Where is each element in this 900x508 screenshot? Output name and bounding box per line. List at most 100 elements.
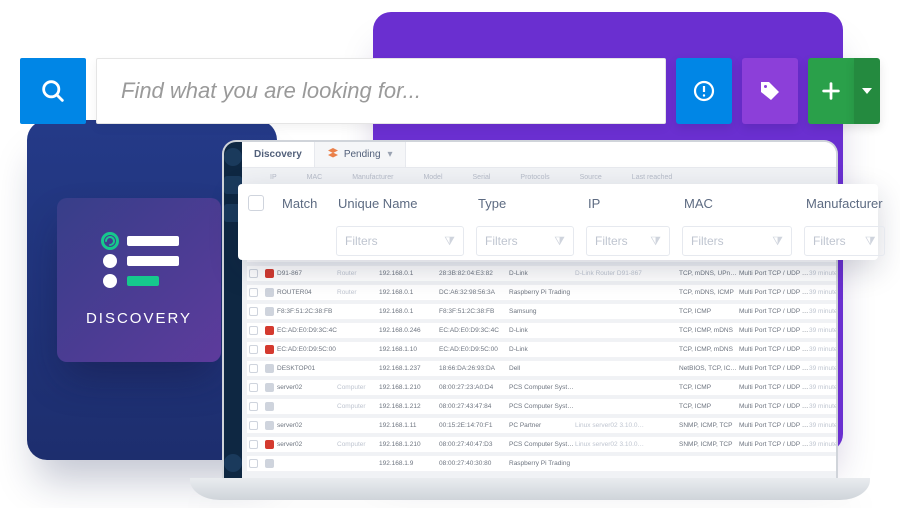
row-checkbox[interactable]: [249, 364, 258, 373]
cell-mac: 08:00:27:43:47:84: [439, 403, 509, 410]
cell-ip: 192.168.1.210: [379, 441, 439, 448]
cell-mfr: D-Link: [509, 270, 575, 277]
table-row[interactable]: F8:3F:51:2C:38:FB192.168.0.1F8:3F:51:2C:…: [246, 303, 838, 320]
row-checkbox[interactable]: [249, 307, 258, 316]
cell-mac: 08:00:27:40:30:80: [439, 460, 509, 467]
cell-mac: 18:66:DA:26:93:DA: [439, 365, 509, 372]
search-input-wrap: [96, 58, 666, 124]
cell-proto: TCP, ICMP, mDNS: [679, 346, 739, 353]
funnel-icon: ⧩: [772, 234, 783, 249]
row-checkbox[interactable]: [249, 459, 258, 468]
table-row[interactable]: DESKTOP01192.168.1.23718:66:DA:26:93:DAD…: [246, 360, 838, 377]
cell-ip: 192.168.1.212: [379, 403, 439, 410]
cell-ip: 192.168.1.210: [379, 384, 439, 391]
filter-type[interactable]: Filters⧩: [476, 226, 574, 256]
row-checkbox[interactable]: [249, 288, 258, 297]
table-row[interactable]: server02Computer192.168.1.21008:00:27:40…: [246, 436, 838, 453]
add-button-group: [808, 58, 880, 124]
table-row[interactable]: D91-867Router192.168.0.128:3B:82:04:E3:8…: [246, 265, 838, 282]
cell-source: Multi Port TCP / UDP I…: [739, 289, 809, 296]
col-manufacturer[interactable]: Manufacturer: [798, 184, 891, 222]
cell-source: Multi Port TCP / UDP I…: [739, 441, 809, 448]
table-row[interactable]: server02Computer192.168.1.21008:00:27:23…: [246, 379, 838, 396]
cell-type: Computer: [337, 403, 379, 410]
status-dot: [265, 402, 274, 411]
table-row[interactable]: ROUTER04Router192.168.0.1DC:A6:32:98:56:…: [246, 284, 838, 301]
row-checkbox[interactable]: [249, 383, 258, 392]
search-icon[interactable]: [20, 58, 86, 124]
filter-unique-name[interactable]: Filters⧩: [336, 226, 464, 256]
cell-name: D91-867: [277, 270, 337, 277]
cell-source: Multi Port TCP / UDP I…: [739, 403, 809, 410]
cell-proto: TCP, ICMP, mDNS: [679, 327, 739, 334]
table-row[interactable]: Computer192.168.1.21208:00:27:43:47:84PC…: [246, 398, 838, 415]
cell-mfr: PCS Computer Systems: [509, 441, 575, 448]
row-checkbox[interactable]: [249, 269, 258, 278]
cell-mac: 00:15:2E:14:70:F1: [439, 422, 509, 429]
funnel-icon: ⧩: [650, 234, 661, 249]
cell-source: Multi Port TCP / UDP I…: [739, 384, 809, 391]
col-ip[interactable]: IP: [580, 184, 676, 222]
row-checkbox[interactable]: [249, 440, 258, 449]
laptop-base: [190, 478, 870, 500]
row-checkbox[interactable]: [249, 402, 258, 411]
cell-source: Multi Port TCP / UDP I…: [739, 270, 809, 277]
cell-last: 39 minutes ago: [809, 365, 838, 372]
filter-manufacturer[interactable]: Filters⧩: [804, 226, 885, 256]
col-match[interactable]: Match: [274, 184, 330, 222]
search-bar: [20, 58, 880, 124]
tag-button[interactable]: [742, 58, 798, 124]
cell-model: Linux server02 3.10.0…: [575, 441, 649, 448]
cell-mfr: PCS Computer Systems: [509, 384, 575, 391]
cell-mfr: PC Partner: [509, 422, 575, 429]
tab-label: Pending: [344, 149, 381, 160]
sidebar-logo-icon[interactable]: [224, 148, 242, 166]
cell-last: 39 minutes ago: [809, 346, 838, 353]
cell-proto: SNMP, ICMP, TCP: [679, 441, 739, 448]
cell-mfr: PCS Computer Systems: [509, 403, 575, 410]
row-checkbox[interactable]: [249, 421, 258, 430]
cell-model: Linux server02 3.10.0…: [575, 422, 649, 429]
cell-last: 39 minutes ago: [809, 270, 838, 277]
header-tabs: Discovery Pending ▾: [242, 142, 838, 168]
row-checkbox[interactable]: [249, 326, 258, 335]
filter-ip[interactable]: Filters⧩: [586, 226, 670, 256]
alert-button[interactable]: [676, 58, 732, 124]
table-row[interactable]: EC:AD:E0:D9:3C:4C192.168.0.246EC:AD:E0:D…: [246, 322, 838, 339]
cell-mac: DC:A6:32:98:56:3A: [439, 289, 509, 296]
cell-proto: TCP, mDNS, ICMP: [679, 289, 739, 296]
col-unique-name[interactable]: Unique Name: [330, 184, 470, 222]
chevron-down-icon: ▾: [388, 149, 393, 160]
col-type[interactable]: Type: [470, 184, 580, 222]
filter-mac[interactable]: Filters⧩: [682, 226, 792, 256]
status-dot: [265, 440, 274, 449]
tab-discovery[interactable]: Discovery: [242, 142, 315, 167]
funnel-icon: ⧩: [554, 234, 565, 249]
cell-last: 39 minutes ago: [809, 441, 838, 448]
cell-last: 39 minutes ago: [809, 308, 838, 315]
cell-ip: 192.168.0.246: [379, 327, 439, 334]
cell-mac: 28:3B:82:04:E3:82: [439, 270, 509, 277]
select-all-checkbox[interactable]: [238, 184, 274, 222]
sidebar-bottom-icon[interactable]: [224, 454, 242, 472]
cell-source: Multi Port TCP / UDP I…: [739, 365, 809, 372]
cell-ip: 192.168.0.1: [379, 308, 439, 315]
table-row[interactable]: 192.168.1.908:00:27:40:30:80Raspberry Pi…: [246, 455, 838, 472]
cell-proto: TCP, ICMP: [679, 308, 739, 315]
add-button[interactable]: [808, 58, 854, 124]
table-row[interactable]: server02192.168.1.1100:15:2E:14:70:F1PC …: [246, 417, 838, 434]
funnel-icon: ⧩: [444, 234, 455, 249]
search-input[interactable]: [121, 59, 641, 123]
col-mac[interactable]: MAC: [676, 184, 798, 222]
cell-name: EC:AD:E0:D9:5C:00: [277, 346, 337, 353]
cell-source: Multi Port TCP / UDP I…: [739, 422, 809, 429]
cell-proto: TCP, mDNS, UPnP, ICMP: [679, 270, 739, 277]
table-row[interactable]: EC:AD:E0:D9:5C:00192.168.1.10EC:AD:E0:D9…: [246, 341, 838, 358]
cell-name: server02: [277, 384, 337, 391]
discovery-label: DISCOVERY: [86, 310, 192, 327]
funnel-icon: ⧩: [865, 234, 876, 249]
tab-pending[interactable]: Pending ▾: [315, 142, 406, 167]
cell-name: EC:AD:E0:D9:3C:4C: [277, 327, 337, 334]
add-dropdown[interactable]: [854, 58, 880, 124]
row-checkbox[interactable]: [249, 345, 258, 354]
